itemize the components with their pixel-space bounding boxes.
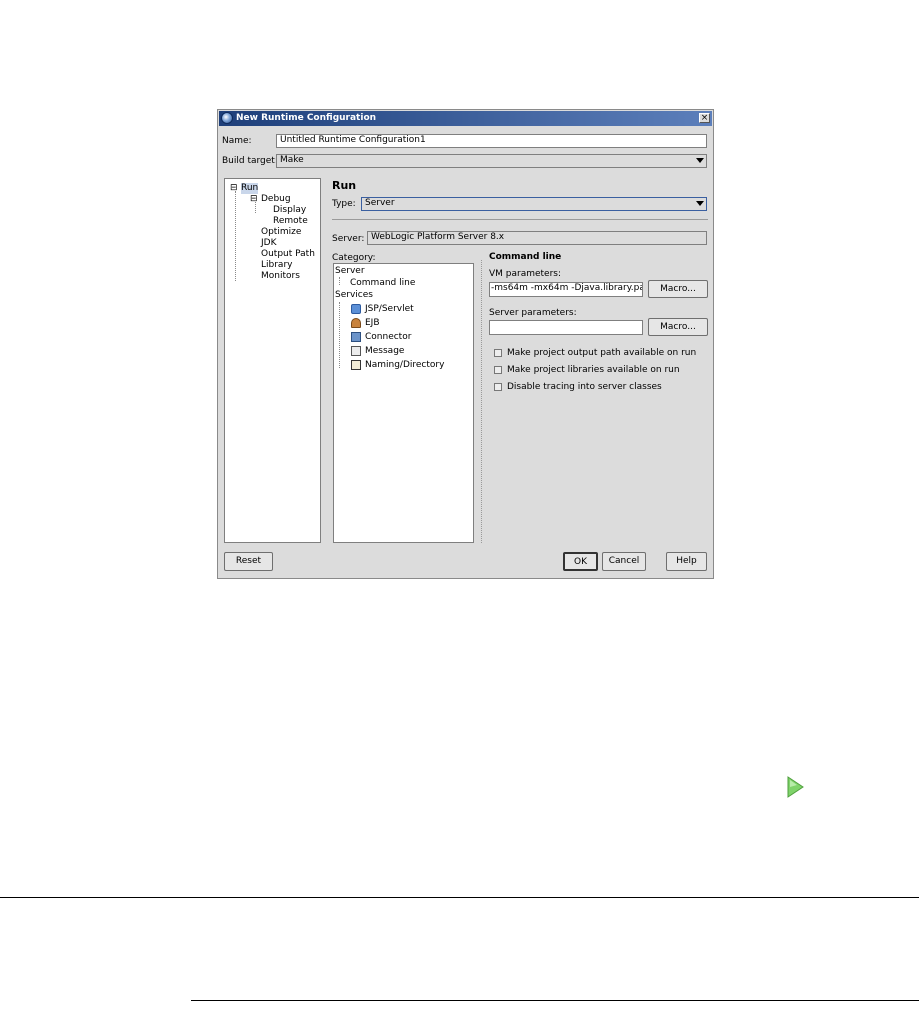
divider: [481, 260, 482, 543]
connector-icon: [351, 332, 361, 342]
tree-expander-icon[interactable]: ⊟: [230, 183, 238, 194]
category-connector[interactable]: Connector: [365, 332, 411, 343]
page-rule-top: [0, 897, 919, 898]
server-parameters-label: Server parameters:: [489, 308, 577, 318]
category-jsp-servlet[interactable]: JSP/Servlet: [365, 304, 414, 315]
tree-item-run[interactable]: Run: [241, 183, 259, 194]
category-command-line[interactable]: Command line: [350, 278, 415, 289]
tree-expander-icon[interactable]: ⊟: [250, 194, 258, 205]
type-value: Server: [365, 198, 395, 208]
tree-item-optimize[interactable]: Optimize: [261, 227, 301, 238]
command-line-heading: Command line: [489, 252, 562, 262]
output-path-checkbox-label: Make project output path available on ru…: [507, 348, 697, 358]
server-label: Server:: [332, 234, 365, 244]
tree-item-remote[interactable]: Remote: [273, 216, 308, 227]
tree-item-output-path[interactable]: Output Path: [261, 249, 315, 260]
type-select[interactable]: Server: [361, 197, 707, 211]
close-button[interactable]: ×: [699, 113, 710, 123]
name-label: Name:: [222, 136, 252, 146]
title-bar[interactable]: New Runtime Configuration ×: [219, 111, 712, 126]
run-heading: Run: [332, 179, 357, 192]
jsp-servlet-icon: [351, 304, 361, 314]
category-server[interactable]: Server: [335, 266, 365, 277]
build-target-select[interactable]: Make: [276, 154, 707, 168]
ok-button[interactable]: OK: [563, 552, 598, 571]
tree-line: [339, 302, 340, 368]
disable-tracing-checkbox-label: Disable tracing into server classes: [507, 382, 662, 392]
ejb-icon: [351, 318, 361, 328]
vm-macro-button[interactable]: Macro...: [648, 280, 708, 298]
help-button[interactable]: Help: [666, 552, 707, 571]
dropdown-arrow-icon: [696, 158, 704, 163]
tree-item-debug[interactable]: Debug: [261, 194, 291, 205]
libraries-checkbox-label: Make project libraries available on run: [507, 365, 680, 375]
config-tree-panel: ⊟ Run ⊟ Debug Display Remote Optimize JD…: [224, 178, 321, 543]
cancel-button[interactable]: Cancel: [602, 552, 646, 571]
page-rule-bottom: [191, 1000, 919, 1001]
category-ejb[interactable]: EJB: [365, 318, 380, 329]
type-label: Type:: [332, 199, 356, 209]
build-target-label: Build target:: [222, 156, 278, 166]
app-icon: [221, 112, 233, 124]
disable-tracing-checkbox[interactable]: [494, 383, 502, 391]
tree-line: [339, 277, 340, 285]
category-tree-panel: Server Command line Services JSP/Servlet…: [333, 263, 474, 543]
tree-item-library[interactable]: Library: [261, 260, 292, 271]
tree-item-monitors[interactable]: Monitors: [261, 271, 300, 282]
tree-item-display[interactable]: Display: [273, 205, 306, 216]
reset-button[interactable]: Reset: [224, 552, 273, 571]
naming-directory-icon: [351, 360, 361, 370]
category-naming-directory[interactable]: Naming/Directory: [365, 360, 444, 371]
libraries-checkbox[interactable]: [494, 366, 502, 374]
dropdown-arrow-icon: [696, 201, 704, 206]
dialog-title: New Runtime Configuration: [236, 113, 377, 123]
name-field[interactable]: Untitled Runtime Configuration1: [276, 134, 707, 148]
runtime-config-dialog: New Runtime Configuration × Name: Untitl…: [217, 109, 714, 579]
category-message[interactable]: Message: [365, 346, 404, 357]
vm-parameters-field[interactable]: -ms64m -mx64m -Djava.library.pat: [489, 282, 643, 297]
server-parameters-field[interactable]: [489, 320, 643, 335]
category-services[interactable]: Services: [335, 290, 373, 301]
vm-parameters-label: VM parameters:: [489, 269, 562, 279]
next-arrow-icon[interactable]: [787, 776, 804, 798]
build-target-value: Make: [280, 155, 304, 165]
output-path-checkbox[interactable]: [494, 349, 502, 357]
separator: [332, 219, 708, 220]
tree-line: [235, 191, 236, 281]
message-icon: [351, 346, 361, 356]
server-value-field: WebLogic Platform Server 8.x: [367, 231, 707, 245]
tree-item-jdk[interactable]: JDK: [261, 238, 277, 249]
server-macro-button[interactable]: Macro...: [648, 318, 708, 336]
